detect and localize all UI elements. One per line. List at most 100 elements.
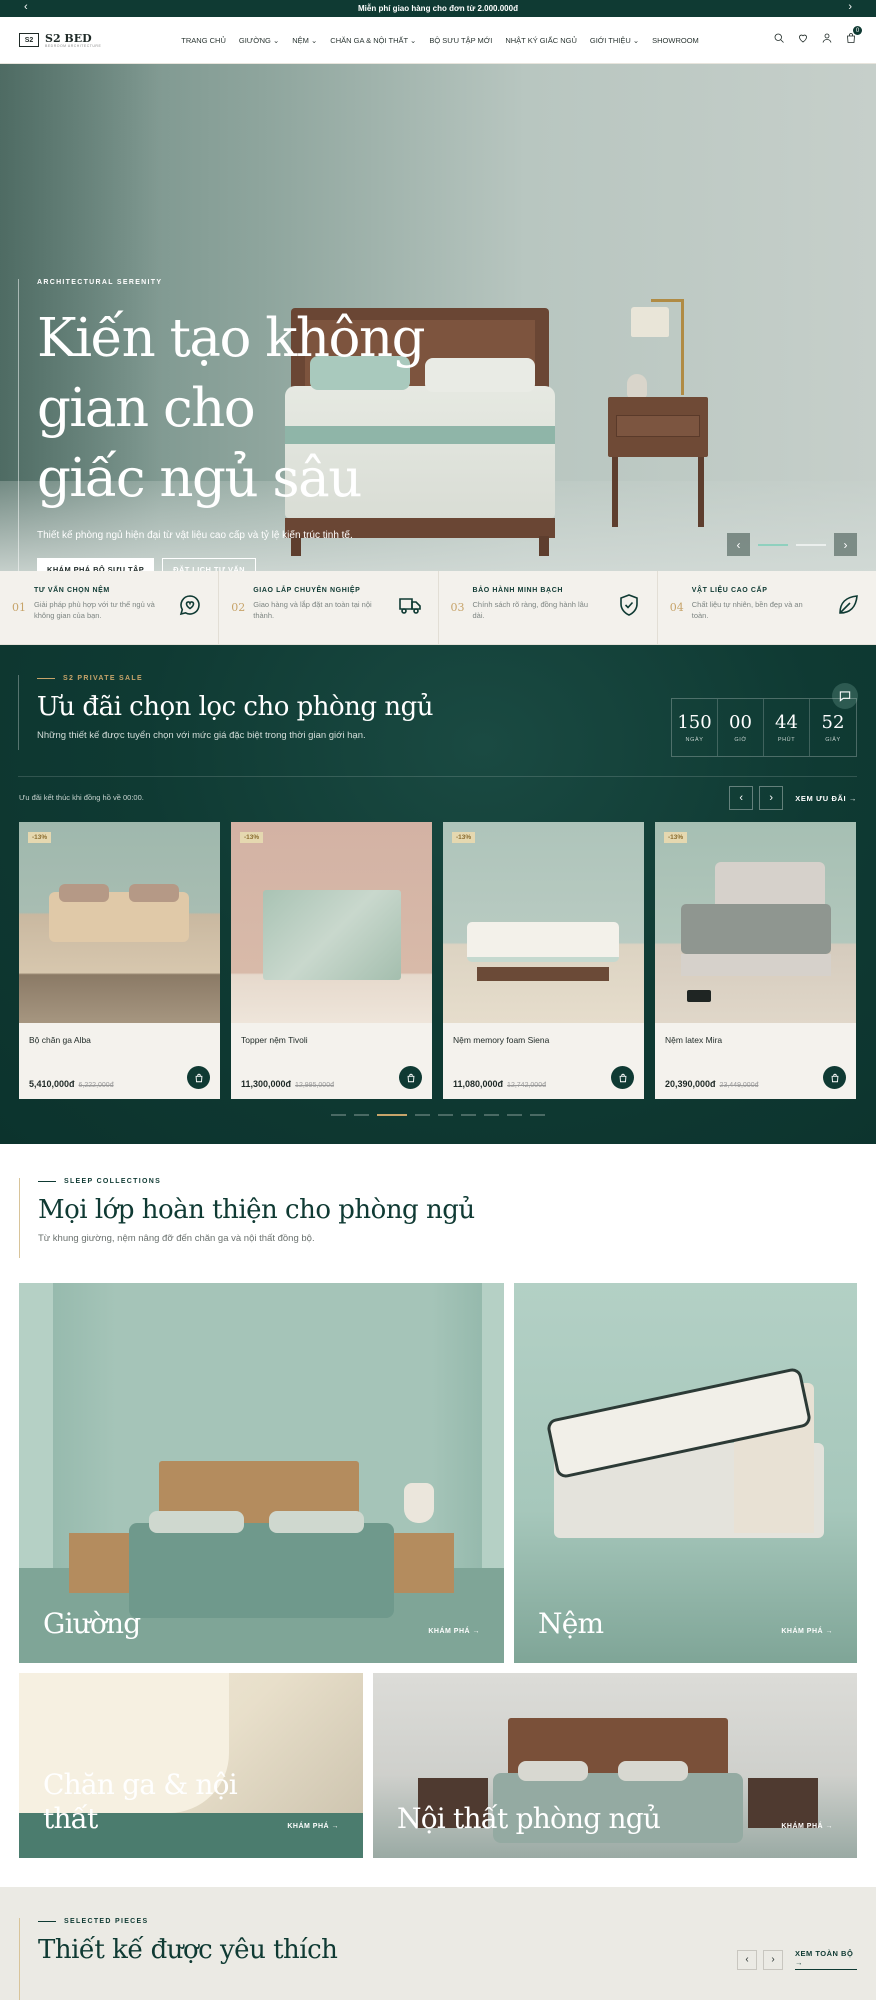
hero-prev-button[interactable]: ‹ [727, 533, 750, 556]
sale-prev-button[interactable]: ‹ [729, 786, 754, 810]
main-nav: TRANG CHỦ GIƯỜNG ⌄ NỆM ⌄ CHĂN GA & NỘI T… [181, 36, 699, 45]
pager-dot[interactable] [484, 1114, 499, 1116]
shield-check-icon [619, 594, 638, 616]
add-to-cart-button[interactable] [611, 1066, 634, 1089]
sale-carousel-controls: ‹ › XEM ƯU ĐÃI → [729, 786, 857, 810]
nav-item-bedding[interactable]: CHĂN GA & NỘI THẤT ⌄ [330, 36, 416, 45]
pager-dot[interactable] [331, 1114, 346, 1116]
search-icon[interactable] [773, 31, 785, 49]
collection-tile-mattresses[interactable]: Nệm KHÁM PHÁ → [514, 1283, 857, 1663]
product-card[interactable]: -13% Nệm latex Mira 20,390,000đ 23,449,00… [655, 822, 856, 1099]
discount-badge: -13% [452, 832, 476, 843]
nav-item-new-collection[interactable]: BỘ SƯU TẬP MỚI [429, 36, 492, 45]
pager-dot[interactable] [438, 1114, 453, 1116]
feature-number: 02 [231, 601, 246, 614]
favorites-carousel-controls: ‹ › XEM TOÀN BỘ → [737, 1949, 857, 1970]
product-image: -13% [19, 822, 220, 1023]
sale-note: Ưu đãi kết thúc khi đồng hồ về 00:00. [19, 793, 144, 802]
product-name: Topper nệm Tivoli [241, 1035, 308, 1045]
pager-dot[interactable] [377, 1114, 407, 1116]
collection-label: Giường [43, 1607, 141, 1640]
announcement-prev-button[interactable]: ‹ [24, 1, 28, 13]
pager-dot[interactable] [415, 1114, 430, 1116]
collections-subtitle: Từ khung giường, nệm nâng đỡ đến chăn ga… [38, 1233, 315, 1244]
feature-number: 03 [450, 601, 465, 614]
book-consultation-button[interactable]: ĐẶT LỊCH TƯ VẤN [162, 558, 256, 571]
leaf-icon [839, 595, 858, 614]
collection-tile-furniture[interactable]: Nội thất phòng ngủ KHÁM PHÁ → [373, 1673, 857, 1858]
favorites-heading: SELECTED PIECES Thiết kế được yêu thích [19, 1918, 338, 2000]
sale-eyebrow: S2 PRIVATE SALE [37, 675, 433, 682]
view-all-link[interactable]: XEM TOÀN BỘ → [795, 1949, 857, 1970]
heart-icon[interactable] [797, 31, 809, 49]
cart-count-badge: 0 [853, 26, 862, 35]
product-card[interactable]: -13% Nệm memory foam Siena 11,080,000đ 12… [443, 822, 644, 1099]
vase-image [627, 374, 647, 398]
countdown-seconds: 52 GIÂY [821, 712, 845, 743]
add-to-cart-button[interactable] [399, 1066, 422, 1089]
bag-icon [831, 1073, 838, 1082]
user-icon[interactable] [821, 31, 833, 49]
product-price: 20,390,000đ 23,449,000đ [665, 1079, 759, 1089]
sale-heading: S2 PRIVATE SALE Ưu đãi chọn lọc cho phòn… [18, 675, 433, 750]
explore-link[interactable]: KHÁM PHÁ → [287, 1823, 339, 1830]
explore-link[interactable]: KHÁM PHÁ → [781, 1628, 833, 1635]
announcement-next-button[interactable]: › [848, 1, 852, 13]
countdown-hours: 00 GIỜ [718, 699, 764, 756]
cart-icon[interactable]: 0 [845, 26, 862, 49]
truck-icon [398, 598, 421, 614]
favorites-eyebrow: SELECTED PIECES [38, 1918, 337, 1925]
logo-mark: S2 [19, 33, 39, 47]
feature-number: 04 [669, 601, 684, 614]
pager-dot[interactable] [354, 1114, 369, 1116]
view-deals-link[interactable]: XEM ƯU ĐÃI → [795, 794, 857, 803]
explore-collection-button[interactable]: KHÁM PHÁ BỘ SƯU TẬP [37, 558, 155, 571]
feature-title: BẢO HÀNH MINH BẠCH [472, 587, 564, 594]
product-name: Nệm latex Mira [665, 1035, 723, 1045]
nav-item-sleep-journal[interactable]: NHẬT KÝ GIẤC NGỦ [505, 36, 577, 45]
hero-slide-dot[interactable] [758, 543, 788, 546]
bag-icon [407, 1073, 414, 1082]
favorites-prev-button[interactable]: ‹ [737, 1949, 757, 1970]
hero-subtitle: Thiết kế phòng ngủ hiện đại từ vật liệu … [37, 530, 353, 541]
logo[interactable]: S2 S2 BED BEDROOM ARCHITECTURE [19, 33, 101, 48]
nav-item-home[interactable]: TRANG CHỦ [181, 36, 226, 45]
sale-next-button[interactable]: › [759, 786, 784, 810]
add-to-cart-button[interactable] [823, 1066, 846, 1089]
collection-tile-beds[interactable]: Giường KHÁM PHÁ → [19, 1283, 504, 1663]
product-old-price: 6,222,000đ [78, 1082, 114, 1089]
product-old-price: 23,449,000đ [719, 1082, 759, 1089]
hero-title-line: gian cho [37, 378, 256, 439]
product-card[interactable]: -13% Bộ chăn ga Alba 5,410,000đ 6,222,000… [19, 822, 220, 1099]
favorites-next-button[interactable]: › [763, 1949, 783, 1970]
feature-title: VẬT LIỆU CAO CẤP [691, 587, 768, 594]
product-image: -13% [443, 822, 644, 1023]
product-image: -13% [655, 822, 856, 1023]
nav-item-showroom[interactable]: SHOWROOM [652, 36, 699, 45]
pager-dot[interactable] [530, 1114, 545, 1116]
hero-next-button[interactable]: › [834, 533, 857, 556]
feature-item: 04 VẬT LIỆU CAO CẤP Chất liệu tự nhiên, b… [658, 571, 876, 644]
explore-link[interactable]: KHÁM PHÁ → [428, 1628, 480, 1635]
chat-heart-icon [180, 595, 201, 616]
nav-item-beds[interactable]: GIƯỜNG ⌄ [239, 36, 279, 45]
explore-link[interactable]: KHÁM PHÁ → [781, 1823, 833, 1830]
collections-title: Mọi lớp hoàn thiện cho phòng ngủ [38, 1195, 475, 1225]
nav-item-about[interactable]: GIỚI THIỆU ⌄ [590, 36, 639, 45]
countdown-timer: 150 NGÀY 00 GIỜ 44 PHÚT 52 GIÂY [671, 698, 857, 757]
add-to-cart-button[interactable] [187, 1066, 210, 1089]
product-card[interactable]: -13% Topper nệm Tivoli 11,300,000đ 12,995… [231, 822, 432, 1099]
announcement-bar: ‹ Miễn phí giao hàng cho đơn từ 2.000.00… [0, 0, 876, 17]
feature-title: GIAO LẮP CHUYÊN NGHIỆP [253, 587, 361, 594]
nav-item-mattresses[interactable]: NỆM ⌄ [292, 36, 317, 45]
sale-pager [0, 1114, 876, 1116]
feature-item: 02 GIAO LẮP CHUYÊN NGHIỆP Giao hàng và lắ… [219, 571, 439, 644]
pager-dot[interactable] [507, 1114, 522, 1116]
hero-slide-dot[interactable] [796, 543, 826, 546]
feature-desc: Giải pháp phù hợp với tư thế ngủ và khôn… [34, 600, 155, 620]
collection-tile-bedding[interactable]: Chăn ga & nội thất KHÁM PHÁ → [19, 1673, 363, 1858]
discount-badge: -13% [664, 832, 688, 843]
product-price: 11,300,000đ 12,995,000đ [241, 1079, 334, 1089]
collections-heading: SLEEP COLLECTIONS Mọi lớp hoàn thiện cho… [19, 1178, 857, 1258]
pager-dot[interactable] [461, 1114, 476, 1116]
